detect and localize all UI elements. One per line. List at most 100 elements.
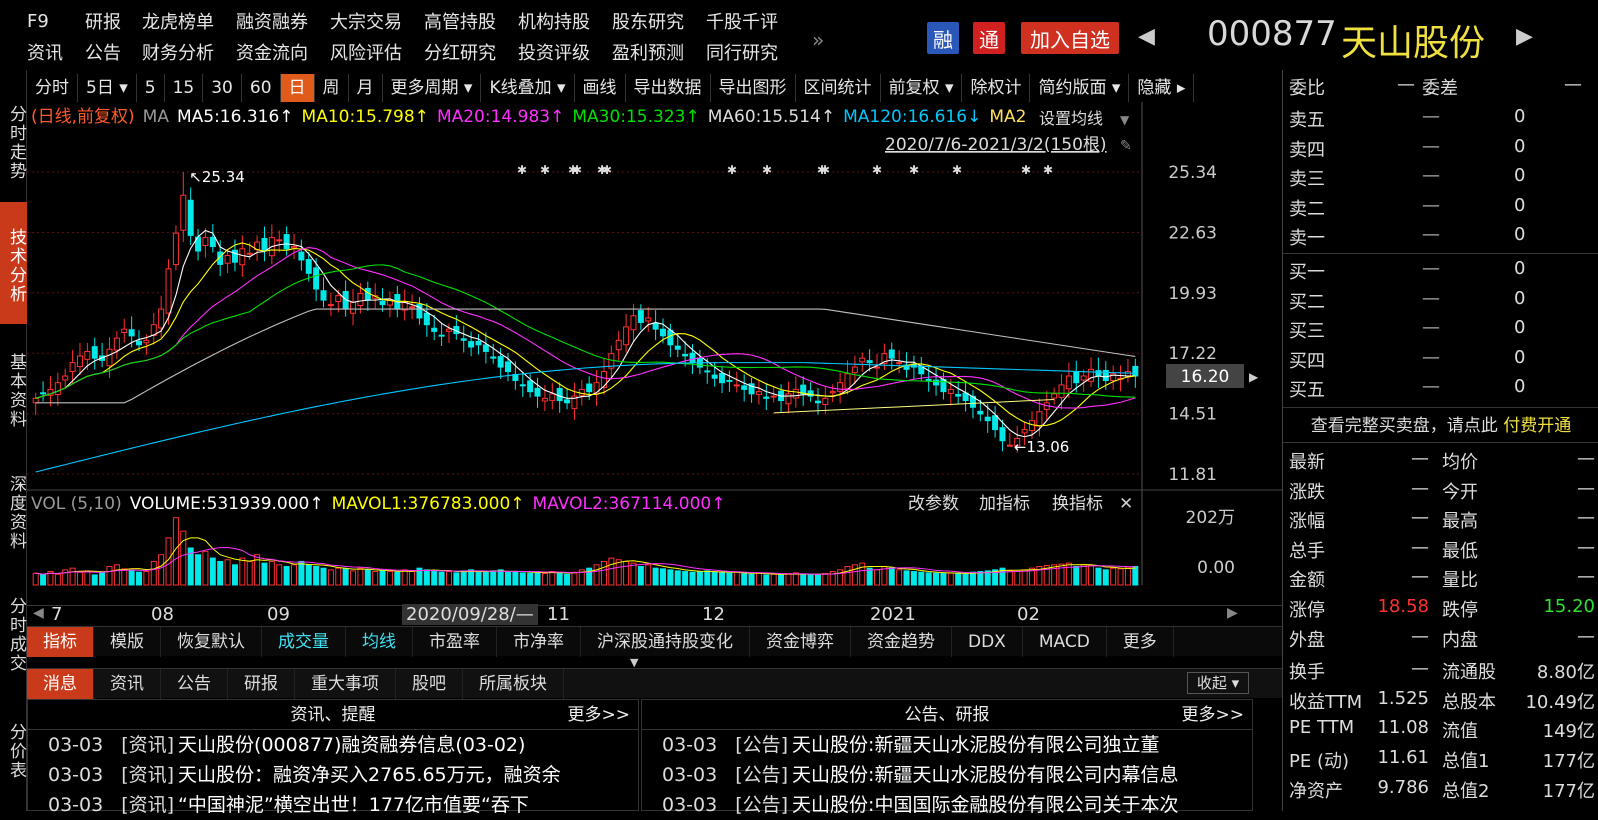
nav-item[interactable]: 机构持股 (518, 8, 590, 34)
collapse-arrow-icon[interactable]: ▼ (630, 656, 642, 669)
news-tab[interactable]: 研报 (228, 668, 295, 699)
toolbar-item[interactable]: 60 (242, 74, 281, 102)
indicator-tab[interactable]: DDX (952, 626, 1023, 657)
nav-item[interactable]: 研报 (85, 8, 121, 34)
tab-basic-info[interactable]: 基本资料 (0, 328, 27, 448)
info-marker-icon[interactable]: ✱ (1043, 163, 1053, 177)
collapse-button[interactable]: 收起 ▾ (1187, 672, 1249, 694)
indicator-tab[interactable]: 资金博弈 (750, 626, 851, 657)
toolbar-item[interactable]: 5 (137, 74, 165, 102)
tab-deep-info[interactable]: 深度资料 (0, 450, 27, 570)
nav-item[interactable]: 财务分析 (142, 39, 214, 65)
news-item[interactable]: 03-03 [资讯] 天山股份：融资净买入2765.65万元，融资余 (28, 760, 638, 790)
pay-link[interactable]: 付费开通 (1503, 416, 1571, 436)
news-tab[interactable]: 重大事项 (295, 668, 396, 699)
news-tab[interactable]: 股吧 (396, 668, 463, 699)
toolbar-item[interactable]: 前复权 ▾ (881, 74, 963, 102)
close-indicator-icon[interactable]: ✕ (1119, 494, 1133, 514)
nav-item[interactable]: 千股千评 (706, 8, 778, 34)
nav-item[interactable]: 投资评级 (518, 39, 590, 65)
indicator-tab[interactable]: 指标 (27, 626, 94, 657)
tab-price-table[interactable]: 分价表 (0, 698, 27, 798)
toolbar-item[interactable]: 日 (280, 74, 315, 102)
news-tab[interactable]: 公告 (161, 668, 228, 699)
info-marker-icon[interactable]: ✱ (952, 163, 962, 177)
indicator-tab[interactable]: 模版 (94, 626, 161, 657)
toolbar-item[interactable]: 区间统计 (796, 74, 881, 102)
info-marker-icon[interactable]: ✱ (909, 163, 919, 177)
connect-badge-button[interactable]: 通 (973, 22, 1005, 54)
toolbar-item[interactable]: 更多周期 ▾ (383, 74, 482, 102)
nav-item[interactable]: 高管持股 (424, 8, 496, 34)
margin-badge-button[interactable]: 融 (927, 22, 959, 54)
info-marker-icon[interactable]: ✱ (762, 163, 772, 177)
info-marker-icon[interactable]: ✱ (602, 163, 612, 177)
toolbar-item[interactable]: 画线 (575, 74, 626, 102)
kline-chart[interactable]: 25.34 22.63 19.93 17.22 14.51 11.81 16.20 ▶ ↖25.… (27, 102, 1282, 605)
indicator-tab[interactable]: 市盈率 (413, 626, 497, 657)
tab-technical[interactable]: 技术分析 (0, 202, 27, 324)
indicator-tab[interactable]: 资金趋势 (851, 626, 952, 657)
news-item[interactable]: 03-03 [公告] 天山股份:新疆天山水泥股份有限公司内幕信息 (642, 760, 1252, 790)
toolbar-item[interactable]: 导出数据 (626, 74, 711, 102)
indicator-tab[interactable]: 沪深股通持股变化 (581, 626, 750, 657)
indicator-tab[interactable]: 恢复默认 (161, 626, 262, 657)
info-marker-icon[interactable]: ✱ (517, 163, 527, 177)
news-tab[interactable]: 消息 (27, 668, 94, 699)
info-marker-icon[interactable]: ✱ (572, 163, 582, 177)
ma-settings-button[interactable]: 设置均线 (1039, 109, 1103, 128)
nav-item[interactable]: 风险评估 (330, 39, 402, 65)
info-marker-icon[interactable]: ✱ (1021, 163, 1031, 177)
nav-item[interactable]: 资金流向 (236, 39, 308, 65)
add-indicator-button[interactable]: 加指标 (979, 494, 1030, 514)
nav-item[interactable]: 同行研究 (706, 39, 778, 65)
news-tab[interactable]: 资讯 (94, 668, 161, 699)
indicator-tab[interactable]: 市净率 (497, 626, 581, 657)
info-marker-icon[interactable]: ✱ (727, 163, 737, 177)
time-axis[interactable]: ◀ 7 08 09 2020/09/28/— 11 12 2021 02 ▶ (27, 604, 1282, 625)
nav-item[interactable]: 股东研究 (612, 8, 684, 34)
toolbar-item[interactable]: 30 (203, 74, 242, 102)
nav-item[interactable]: 分红研究 (424, 39, 496, 65)
nav-item[interactable]: 融资融券 (236, 8, 308, 34)
scroll-left-icon[interactable]: ◀ (33, 605, 44, 621)
indicator-tab[interactable]: MACD (1023, 626, 1107, 657)
news-item[interactable]: 03-03 [资讯] “中国神泥”横空出世！177亿市值要“吞下 (28, 790, 638, 820)
tab-intraday[interactable]: 分时走势 (0, 80, 27, 200)
toolbar-item[interactable]: 隐藏 ▸ (1129, 74, 1195, 102)
indicator-tab[interactable]: 更多 (1107, 626, 1174, 657)
toolbar-item[interactable]: 简约版面 ▾ (1030, 74, 1130, 102)
info-marker-icon[interactable]: ✱ (540, 163, 550, 177)
nav-item[interactable]: 公告 (85, 39, 121, 65)
toolbar-item[interactable]: K线叠加 ▾ (481, 74, 575, 102)
nav-item[interactable]: 资讯 (27, 39, 63, 65)
news-item[interactable]: 03-03 [资讯] 天山股份(000877)融资融券信息(03-02) (28, 730, 638, 760)
full-orderbook-notice[interactable]: 查看完整买卖盘，请点此 付费开通 (1283, 407, 1598, 443)
nav-item[interactable]: 龙虎榜单 (142, 8, 214, 34)
toolbar-item[interactable]: 5日 ▾ (78, 74, 137, 102)
next-stock-icon[interactable]: ▶ (1516, 24, 1533, 49)
tab-tick-trades[interactable]: 分时成交 (0, 572, 27, 692)
add-watchlist-button[interactable]: 加入自选 (1021, 22, 1119, 54)
nav-item[interactable]: F9 (27, 11, 49, 32)
toolbar-item[interactable]: 月 (349, 74, 383, 102)
news-item[interactable]: 03-03 [公告] 天山股份:中国国际金融股份有限公司关于本次 (642, 790, 1252, 820)
pin-icon[interactable]: ✎ (1120, 138, 1132, 154)
more-announcements-link[interactable]: 更多>> (1182, 700, 1245, 730)
ma-settings-dropdown-icon[interactable]: ▼ (1120, 113, 1130, 127)
switch-indicator-button[interactable]: 换指标 (1052, 494, 1103, 514)
nav-more-icon[interactable]: » (812, 28, 824, 52)
toolbar-item[interactable]: 15 (165, 74, 204, 102)
toolbar-item[interactable]: 除权计 (962, 74, 1031, 102)
news-item[interactable]: 03-03 [公告] 天山股份:新疆天山水泥股份有限公司独立董 (642, 730, 1252, 760)
more-news-link[interactable]: 更多>> (568, 700, 631, 730)
news-tab[interactable]: 所属板块 (463, 668, 564, 699)
info-marker-icon[interactable]: ✱ (820, 163, 830, 177)
edit-params-button[interactable]: 改参数 (908, 494, 959, 514)
prev-stock-icon[interactable]: ◀ (1138, 24, 1155, 49)
toolbar-item[interactable]: 导出图形 (711, 74, 796, 102)
nav-item[interactable]: 大宗交易 (330, 8, 402, 34)
toolbar-item[interactable]: 周 (315, 74, 349, 102)
indicator-tab[interactable]: 成交量 (262, 626, 346, 657)
scroll-right-icon[interactable]: ▶ (1227, 605, 1238, 621)
